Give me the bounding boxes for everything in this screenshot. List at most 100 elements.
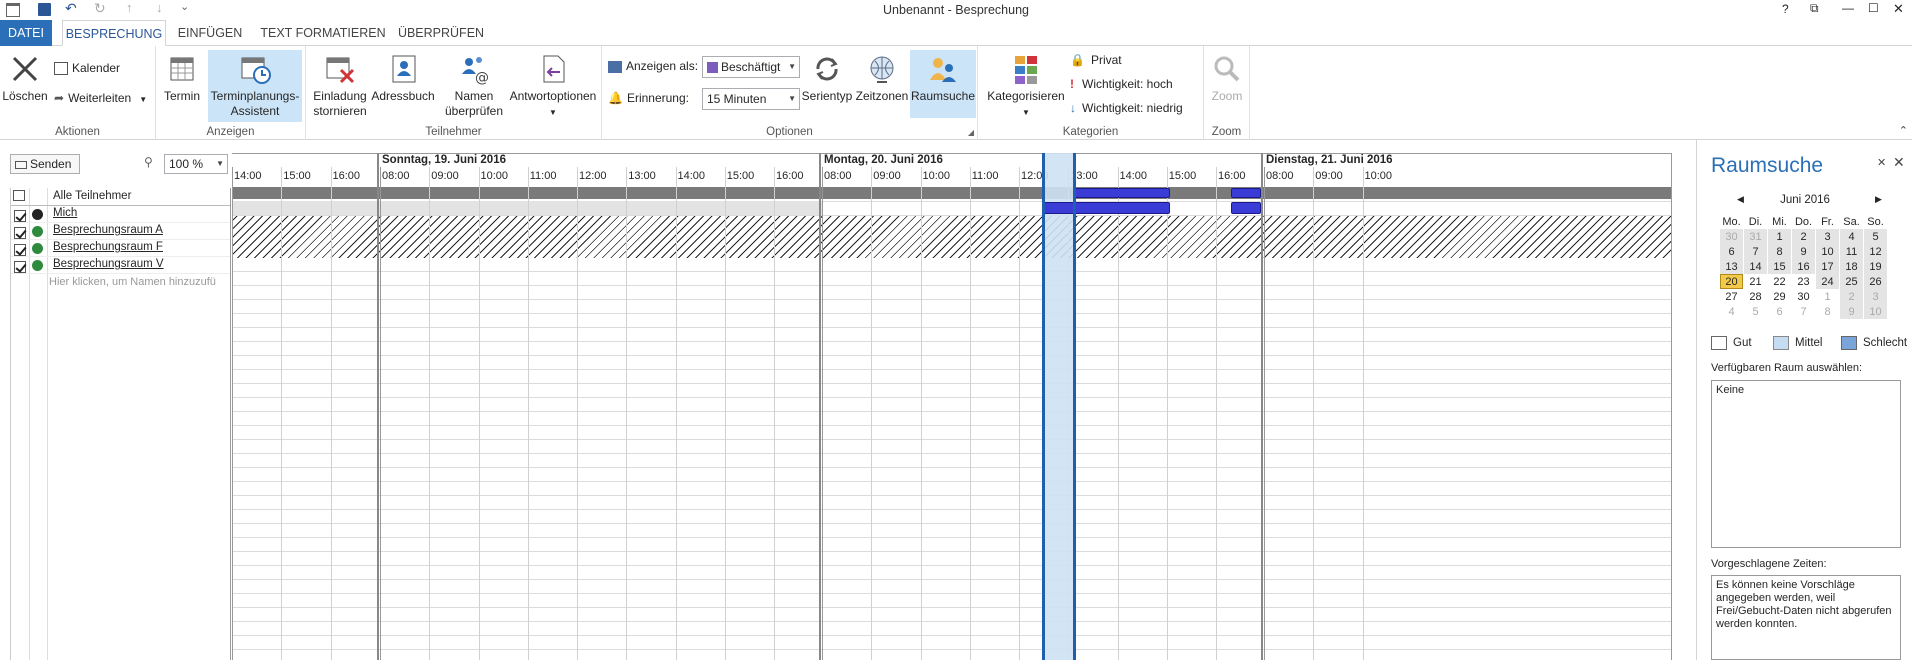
attendee-name[interactable]: Mich xyxy=(53,207,77,219)
room-list-value[interactable]: Keine xyxy=(1716,384,1744,396)
calendar-day[interactable]: 2 xyxy=(1792,229,1815,244)
calendar-button[interactable]: Kalender xyxy=(54,58,120,78)
group-kategorien: Kategorisieren ▼ 🔒 Privat ! Wichtigkeit: ho… xyxy=(978,46,1204,140)
tab-besprechung[interactable]: BESPRECHUNG xyxy=(62,20,166,46)
calendar-day[interactable]: 12 xyxy=(1864,244,1887,259)
attendee-checkbox[interactable] xyxy=(14,243,26,256)
pane-close-icon[interactable]: ✕ xyxy=(1893,154,1905,171)
restore-ribbon-button[interactable]: ⧉ xyxy=(1810,1,1819,16)
search-icon[interactable]: ⚲ xyxy=(144,155,153,169)
minimize-button[interactable]: — xyxy=(1842,1,1854,15)
calendar-day[interactable]: 6 xyxy=(1768,304,1791,319)
calendar-day[interactable]: 3 xyxy=(1816,229,1839,244)
low-importance-button[interactable]: ↓ Wichtigkeit: niedrig xyxy=(1070,98,1183,118)
tab-text-formatieren[interactable]: TEXT FORMATIEREN xyxy=(258,20,388,46)
calendar-day[interactable]: 21 xyxy=(1744,274,1767,289)
attendee-row[interactable]: Besprechungsraum V xyxy=(11,257,231,274)
room-finder-button[interactable]: Raumsuche xyxy=(910,50,976,118)
calendar-day[interactable]: 3 xyxy=(1864,289,1887,304)
calendar-day[interactable]: 5 xyxy=(1864,229,1887,244)
pane-options-icon[interactable]: ✕ xyxy=(1877,156,1886,169)
high-importance-button[interactable]: ! Wichtigkeit: hoch xyxy=(1070,74,1173,94)
calendar-day[interactable]: 15 xyxy=(1768,259,1791,274)
calendar-day[interactable]: 7 xyxy=(1744,244,1767,259)
attendee-checkbox[interactable] xyxy=(14,226,26,239)
group-label-kategorien: Kategorien xyxy=(1062,126,1119,138)
calendar-day[interactable]: 30 xyxy=(1792,289,1815,304)
appointment-button[interactable]: Termin xyxy=(162,50,202,104)
check-names-button[interactable]: @ Namen überprüfen xyxy=(438,50,510,119)
attendee-row[interactable]: Besprechungsraum A xyxy=(11,223,231,240)
zoom-dropdown[interactable]: 100 % ▼ xyxy=(164,154,228,174)
calendar-day[interactable]: 22 xyxy=(1768,274,1791,289)
calendar-day[interactable]: 6 xyxy=(1720,244,1743,259)
response-options-button[interactable]: Antwortoptionen ▼ xyxy=(506,50,600,120)
send-button[interactable]: Senden xyxy=(10,154,80,174)
address-book-button[interactable]: Adressbuch xyxy=(370,50,436,104)
reminder-dropdown[interactable]: 15 Minuten ▼ xyxy=(702,88,800,110)
add-attendee-input[interactable]: Hier klicken, um Namen hinzuzufü xyxy=(49,276,231,288)
delete-button[interactable]: Löschen xyxy=(2,50,48,104)
attendee-row[interactable]: Mich xyxy=(11,206,231,223)
next-month-icon[interactable]: ▶ xyxy=(1875,194,1882,205)
calendar-day[interactable]: 29 xyxy=(1768,289,1791,304)
attendee-name[interactable]: Besprechungsraum F xyxy=(53,241,197,253)
calendar-day[interactable]: 8 xyxy=(1768,244,1791,259)
attendee-name[interactable]: Besprechungsraum V xyxy=(53,258,197,270)
calendar-day[interactable]: 17 xyxy=(1816,259,1839,274)
calendar-day[interactable]: 20 xyxy=(1720,274,1743,289)
attendee-checkbox[interactable] xyxy=(14,260,26,273)
attendee-row[interactable]: Besprechungsraum F xyxy=(11,240,231,257)
calendar-day[interactable]: 4 xyxy=(1720,304,1743,319)
calendar-day[interactable]: 10 xyxy=(1816,244,1839,259)
categorize-button[interactable]: Kategorisieren ▼ xyxy=(986,50,1066,120)
chevron-down-icon: ▼ xyxy=(1022,108,1030,117)
calendar-day[interactable]: 31 xyxy=(1744,229,1767,244)
maximize-button[interactable]: ☐ xyxy=(1868,1,1879,15)
schedule-grid[interactable]: Sonntag, 19. Juni 2016 Montag, 20. Juni 2… xyxy=(232,153,1672,660)
scheduling-assistant-button[interactable]: Terminplanungs- Assistent xyxy=(208,50,302,122)
calendar-day[interactable]: 16 xyxy=(1792,259,1815,274)
calendar-day[interactable]: 14 xyxy=(1744,259,1767,274)
calendar-day[interactable]: 2 xyxy=(1840,289,1863,304)
attendee-checkbox[interactable] xyxy=(14,209,26,222)
calendar-day[interactable]: 8 xyxy=(1816,304,1839,319)
calendar-day[interactable]: 27 xyxy=(1720,289,1743,304)
tab-ueberpruefen[interactable]: ÜBERPRÜFEN xyxy=(396,20,486,46)
time-zones-button[interactable]: Zeitzonen xyxy=(854,50,910,104)
cancel-invitation-button[interactable]: Einladung stornieren xyxy=(312,50,368,119)
calendar-day[interactable]: 28 xyxy=(1744,289,1767,304)
calendar-day[interactable]: 23 xyxy=(1792,274,1815,289)
calendar-day[interactable]: 25 xyxy=(1840,274,1863,289)
forward-button[interactable]: ➦ Weiterleiten ▼ xyxy=(54,88,147,108)
calendar-day[interactable]: 9 xyxy=(1792,244,1815,259)
show-as-dropdown[interactable]: Beschäftigt ▼ xyxy=(702,56,800,78)
help-button[interactable]: ? xyxy=(1782,2,1789,16)
collapse-ribbon-icon[interactable]: ⌃ xyxy=(1899,124,1908,137)
calendar-day[interactable]: 19 xyxy=(1864,259,1887,274)
calendar-day[interactable]: 10 xyxy=(1864,304,1887,319)
attendee-name[interactable]: Besprechungsraum A xyxy=(53,224,197,236)
select-all-icon[interactable] xyxy=(13,190,25,201)
tab-datei[interactable]: DATEI xyxy=(0,20,52,46)
zoom-button[interactable]: Zoom xyxy=(1206,50,1248,104)
calendar-day[interactable]: 1 xyxy=(1768,229,1791,244)
calendar-day[interactable]: 26 xyxy=(1864,274,1887,289)
calendar-day[interactable]: 11 xyxy=(1840,244,1863,259)
calendar-day[interactable]: 18 xyxy=(1840,259,1863,274)
calendar-day[interactable]: 1 xyxy=(1816,289,1839,304)
calendar-day[interactable]: 24 xyxy=(1816,274,1839,289)
private-button[interactable]: 🔒 Privat xyxy=(1070,50,1122,70)
close-button[interactable]: ✕ xyxy=(1893,1,1904,17)
suggested-times-box[interactable]: Es können keine Vorschläge angegeben wer… xyxy=(1711,575,1901,660)
calendar-day[interactable]: 7 xyxy=(1792,304,1815,319)
room-list[interactable]: Keine xyxy=(1711,380,1901,548)
calendar-day[interactable]: 9 xyxy=(1840,304,1863,319)
calendar-day[interactable]: 13 xyxy=(1720,259,1743,274)
recurrence-button[interactable]: Serientyp xyxy=(800,50,854,104)
dialog-launcher-icon[interactable]: ◢ xyxy=(968,128,974,137)
calendar-day[interactable]: 5 xyxy=(1744,304,1767,319)
tab-einfuegen[interactable]: EINFÜGEN xyxy=(174,20,246,46)
calendar-day[interactable]: 4 xyxy=(1840,229,1863,244)
calendar-day[interactable]: 30 xyxy=(1720,229,1743,244)
